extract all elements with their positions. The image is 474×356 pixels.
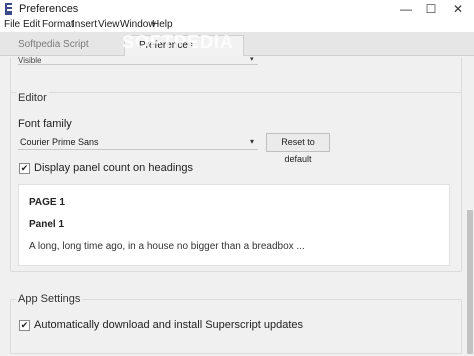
menu-view[interactable]: View: [98, 19, 120, 31]
font-family-label: Font family: [18, 118, 72, 130]
tab-bar: Softpedia Script Preferences: [0, 32, 474, 56]
close-button[interactable]: ✕: [448, 1, 468, 17]
menu-format[interactable]: Format: [42, 19, 74, 31]
menu-file[interactable]: File: [4, 19, 20, 31]
menu-help[interactable]: Help: [152, 19, 173, 31]
auto-update-label: Automatically download and install Super…: [34, 319, 304, 331]
heading-preview: PAGE 1 Panel 1 A long, long time ago, in…: [18, 184, 450, 266]
chevron-down-icon: ▾: [250, 137, 255, 146]
menu-edit[interactable]: Edit: [23, 19, 40, 31]
app-icon: [5, 3, 13, 15]
tab-preferences[interactable]: Preferences: [124, 35, 244, 56]
display-panel-count-label: Display panel count on headings: [34, 162, 194, 174]
maximize-button[interactable]: ☐: [421, 1, 441, 17]
auto-update-checkbox[interactable]: ✔: [19, 320, 30, 331]
minimize-button[interactable]: —: [396, 1, 416, 17]
chevron-down-icon: ▾: [250, 57, 254, 63]
preview-page-heading: PAGE 1: [29, 197, 65, 208]
preview-panel-heading: Panel 1: [29, 219, 65, 230]
menu-window[interactable]: Window: [120, 19, 156, 31]
app-settings-group-title: App Settings: [16, 293, 83, 305]
reset-to-default-button[interactable]: Reset to default: [266, 133, 330, 164]
editor-group-title: Editor: [16, 92, 49, 104]
display-panel-count-checkbox[interactable]: ✔: [19, 163, 30, 174]
title-bar: Preferences — ☐ ✕: [0, 0, 474, 18]
preferences-content: Visible ▾ Editor Font family Courier Pri…: [0, 57, 465, 356]
menu-insert[interactable]: Insert: [72, 19, 97, 31]
menu-bar: File Edit Format Insert View Window Help: [0, 18, 474, 32]
checkmark-icon: ✔: [20, 320, 29, 330]
tab-softpedia-script[interactable]: Softpedia Script: [0, 35, 120, 56]
preview-body-text: A long, long time ago, in a house no big…: [29, 241, 305, 252]
checkmark-icon: ✔: [20, 163, 29, 173]
scrollbar-thumb[interactable]: [467, 210, 473, 354]
window-title: Preferences: [19, 3, 79, 15]
previous-select[interactable]: Visible: [18, 57, 258, 65]
font-family-select[interactable]: Courier Prime Sans: [18, 135, 258, 150]
